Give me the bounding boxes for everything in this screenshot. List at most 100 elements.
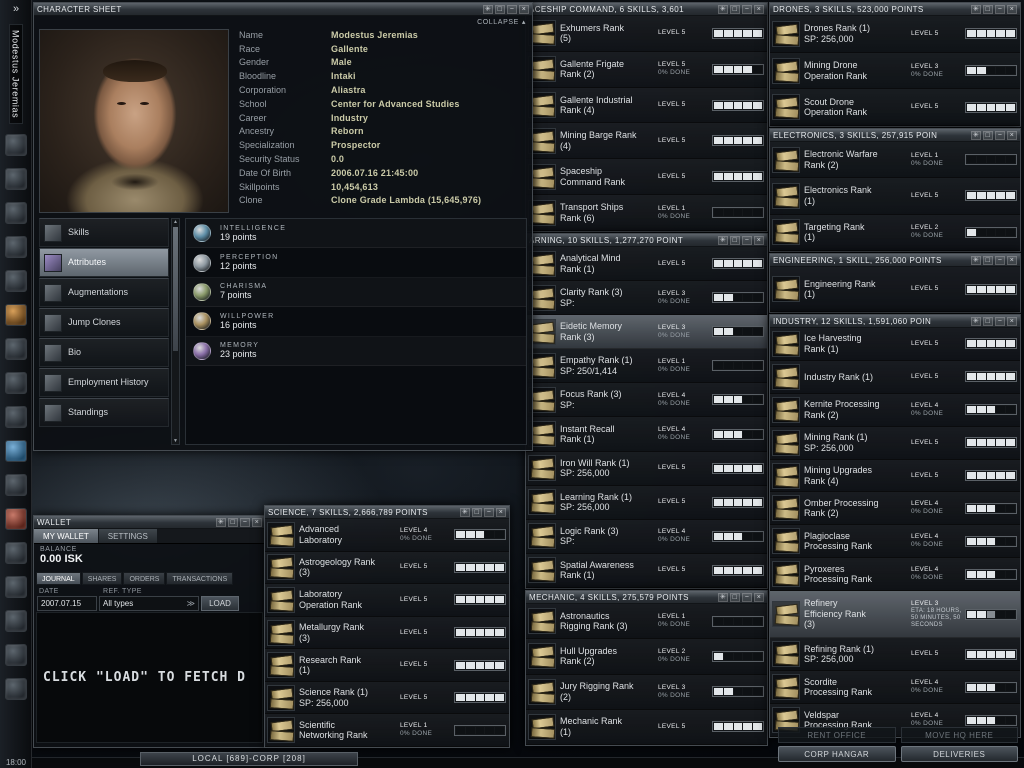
skill-row-focus-rank-3[interactable]: Focus Rank (3) SP: LEVEL 4 0% DONE [526,383,767,418]
reftype-select[interactable]: All types ≫ [99,596,199,611]
window-titlebar[interactable]: ELECTRONICS, 3 SKILLS, 257,915 POIN ✳ □ − × [770,129,1020,142]
window-control-maximize-button[interactable]: □ [730,4,740,14]
window-titlebar[interactable]: ENGINEERING, 1 SKILL, 256,000 POINTS ✳ □ − × [770,254,1020,267]
collapse-button[interactable]: COLLAPSE ▴ [477,18,526,27]
neocom-assets-icon[interactable] [5,304,27,326]
sheet-nav-standings[interactable]: Standings [39,398,169,427]
skill-row-mining-upgrades[interactable]: Mining Upgrades Rank (4) LEVEL 5 [770,459,1020,493]
skill-row-mining-drone[interactable]: Mining Drone Operation Rank LEVEL 3 0% DONE [770,52,1020,90]
skill-row-laboratory[interactable]: Laboratory Operation Rank LEVEL 5 [265,584,509,617]
window-control-maximize-button[interactable]: □ [983,316,993,326]
window-titlebar[interactable]: DRONES, 3 SKILLS, 523,000 POINTS ✳ □ − × [770,3,1020,16]
neocom-science-icon[interactable] [5,406,27,428]
skill-row-astrogeology-rank[interactable]: Astrogeology Rank (3) LEVEL 5 [265,551,509,585]
station-button-rent-office[interactable]: RENT OFFICE [778,727,896,743]
window-control-close-button[interactable]: × [754,592,764,602]
window-control-maximize-button[interactable]: □ [983,255,993,265]
wallet-subtab-transactions[interactable]: TRANSACTIONS [166,572,234,585]
skill-row-clarity-rank-3[interactable]: Clarity Rank (3) SP: LEVEL 3 0% DONE [526,281,767,316]
window-control-close-button[interactable]: × [252,517,262,527]
window-control-pin-button[interactable]: ✳ [971,4,981,14]
skill-row-electronic-warfare[interactable]: Electronic Warfare Rank (2) LEVEL 1 0% DONE [770,142,1020,179]
window-control-minimize-button[interactable]: − [995,130,1005,140]
window-control-close-button[interactable]: × [1007,255,1017,265]
window-control-close-button[interactable]: × [754,4,764,14]
scroll-up-icon[interactable]: ▲ [172,219,179,225]
skill-row-gallente-frigate[interactable]: Gallente Frigate Rank (2) LEVEL 5 0% DONE [526,51,767,88]
wallet-subtab-shares[interactable]: SHARES [81,572,123,585]
skill-row-empathy-rank-1[interactable]: Empathy Rank (1) SP: 250/1,414 LEVEL 1 0% D… [526,349,767,384]
skill-row-pyroxeres[interactable]: Pyroxeres Processing Rank LEVEL 4 0% DONE [770,558,1020,592]
neocom-expander[interactable]: » [0,3,32,15]
window-control-minimize-button[interactable]: − [995,255,1005,265]
window-control-minimize-button[interactable]: − [484,507,494,517]
date-input[interactable]: 2007.07.15 [37,596,97,611]
neocom-character-icon[interactable] [5,134,27,156]
skill-row-electronics-rank[interactable]: Electronics Rank (1) LEVEL 5 [770,178,1020,215]
skill-row-targeting-rank[interactable]: Targeting Rank (1) LEVEL 2 0% DONE [770,214,1020,251]
window-control-maximize-button[interactable]: □ [495,4,505,14]
skill-row-exhumers-rank[interactable]: Exhumers Rank (5) LEVEL 5 [526,16,767,52]
neocom-help-icon[interactable] [5,542,27,564]
station-button-corp-hangar[interactable]: CORP HANGAR [778,746,896,762]
load-button[interactable]: LOAD [201,596,239,611]
skill-row-mining-barge-rank[interactable]: Mining Barge Rank (4) LEVEL 5 [526,123,767,160]
window-titlebar[interactable]: SCIENCE, 7 SKILLS, 2,666,789 POINTS ✳ □ − × [265,506,509,519]
window-control-close-button[interactable]: × [754,235,764,245]
window-control-maximize-button[interactable]: □ [730,592,740,602]
window-control-maximize-button[interactable]: □ [983,130,993,140]
neocom-fitting-icon[interactable] [5,338,27,360]
neocom-map-icon[interactable] [5,168,27,190]
skill-row-hull-upgrades[interactable]: Hull Upgrades Rank (2) LEVEL 2 0% DONE [526,639,767,675]
skill-row-scout-drone[interactable]: Scout Drone Operation Rank LEVEL 5 [770,89,1020,126]
skill-row-science-rank-1[interactable]: Science Rank (1) SP: 256,000 LEVEL 5 [265,681,509,715]
window-control-pin-button[interactable]: ✳ [971,255,981,265]
window-control-pin-button[interactable]: ✳ [718,235,728,245]
skill-row-kernite-processing[interactable]: Kernite Processing Rank (2) LEVEL 4 0% DONE [770,393,1020,427]
wallet-tab-my-wallet[interactable]: MY WALLET [34,529,99,543]
window-control-close-button[interactable]: × [496,507,506,517]
window-titlebar[interactable]: INDUSTRY, 12 SKILLS, 1,591,060 POIN ✳ □ − × [770,315,1020,328]
skill-row-spatial-awareness[interactable]: Spatial Awareness Rank (1) LEVEL 5 [526,553,767,588]
sheet-nav-skills[interactable]: Skills [39,218,169,247]
skill-row-spaceship[interactable]: Spaceship Command Rank LEVEL 5 [526,159,767,196]
neocom-cargo-icon[interactable] [5,372,27,394]
window-control-close-button[interactable]: × [519,4,529,14]
neocom-journal-icon[interactable] [5,508,27,530]
skill-row-industry-rank-1[interactable]: Industry Rank (1) LEVEL 5 [770,360,1020,394]
skill-row-transport-ships[interactable]: Transport Ships Rank (6) LEVEL 1 0% DONE [526,195,767,231]
neocom-settings-icon[interactable] [5,576,27,598]
skill-row-iron-will-rank-1[interactable]: Iron Will Rank (1) SP: 256,000 LEVEL 5 [526,451,767,486]
window-control-minimize-button[interactable]: − [742,592,752,602]
skill-row-research-rank[interactable]: Research Rank (1) LEVEL 5 [265,649,509,682]
skill-row-jury-rigging-rank[interactable]: Jury Rigging Rank (2) LEVEL 3 0% DONE [526,674,767,710]
window-titlebar[interactable]: MECHANIC, 4 SKILLS, 275,579 POINTS ✳ □ − × [526,591,767,604]
skill-row-plagioclase[interactable]: Plagioclase Processing Rank LEVEL 4 0% DONE [770,525,1020,559]
window-control-close-button[interactable]: × [1007,130,1017,140]
sheet-nav-jump-clones[interactable]: Jump Clones [39,308,169,337]
skill-row-instant-recall[interactable]: Instant Recall Rank (1) LEVEL 4 0% DONE [526,417,767,452]
sheet-nav-augmentations[interactable]: Augmentations [39,278,169,307]
neocom-wallet-icon[interactable] [5,236,27,258]
window-control-pin-button[interactable]: ✳ [216,517,226,527]
window-control-minimize-button[interactable]: − [995,4,1005,14]
neocom-corporation-icon[interactable] [5,440,27,462]
neocom-mail-icon[interactable] [5,202,27,224]
wallet-subtab-journal[interactable]: JOURNAL [36,572,81,585]
window-control-maximize-button[interactable]: □ [983,4,993,14]
skill-row-omber-processing[interactable]: Omber Processing Rank (2) LEVEL 4 0% DONE [770,492,1020,526]
window-control-pin-button[interactable]: ✳ [718,4,728,14]
window-control-pin-button[interactable]: ✳ [483,4,493,14]
window-control-pin-button[interactable]: ✳ [971,130,981,140]
skill-row-metallurgy-rank[interactable]: Metallurgy Rank (3) LEVEL 5 [265,616,509,650]
skill-row-ice-harvesting[interactable]: Ice Harvesting Rank (1) LEVEL 5 [770,328,1020,361]
skill-row-analytical-mind[interactable]: Analytical Mind Rank (1) LEVEL 5 [526,247,767,282]
wallet-tab-settings[interactable]: SETTINGS [98,529,158,543]
window-control-maximize-button[interactable]: □ [472,507,482,517]
station-button-deliveries[interactable]: DELIVERIES [900,746,1018,762]
window-control-minimize-button[interactable]: − [240,517,250,527]
window-control-minimize-button[interactable]: − [742,4,752,14]
window-titlebar[interactable]: ACESHIP COMMAND, 6 SKILLS, 3,601 ✳ □ − × [526,3,767,16]
skill-row-astronautics[interactable]: Astronautics Rigging Rank (3) LEVEL 1 0% DO… [526,604,767,640]
station-button-move-hq-here[interactable]: MOVE HQ HERE [900,727,1018,743]
